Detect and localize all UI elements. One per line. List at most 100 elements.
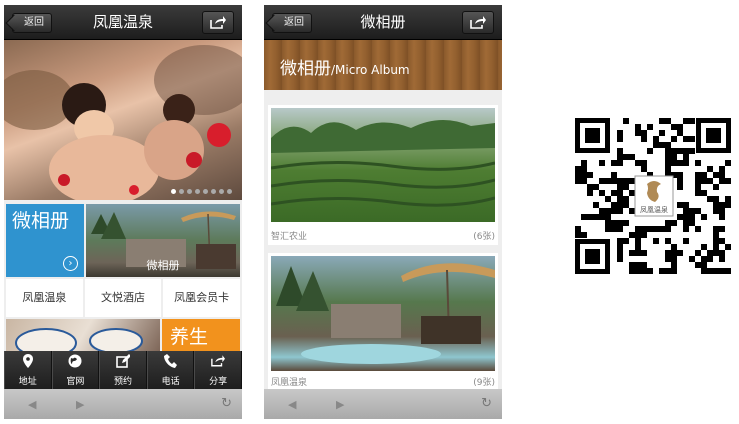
browser-toolbar: ◀ ▶ ↻ xyxy=(4,389,242,419)
qr-module xyxy=(665,238,671,244)
qr-module xyxy=(701,214,707,220)
qr-module xyxy=(605,220,611,226)
qr-module xyxy=(713,172,719,178)
album-header: 微相册/Micro Album xyxy=(264,40,502,90)
hero-banner-image[interactable] xyxy=(4,40,242,200)
qr-module xyxy=(695,262,701,268)
qr-module xyxy=(629,262,635,268)
qr-module xyxy=(725,202,731,208)
qr-module xyxy=(677,214,683,220)
browser-forward-icon[interactable]: ▶ xyxy=(336,398,344,411)
qr-module xyxy=(665,220,671,226)
carousel-dot[interactable] xyxy=(211,189,216,194)
qr-module xyxy=(587,172,593,178)
browser-forward-icon[interactable]: ▶ xyxy=(76,398,84,411)
qr-module xyxy=(617,244,623,250)
browser-back-icon[interactable]: ◀ xyxy=(288,398,296,411)
qr-module xyxy=(707,166,713,172)
qr-module xyxy=(713,226,719,232)
tab-phone[interactable]: 电话 xyxy=(146,351,195,389)
qr-module xyxy=(617,130,623,136)
qr-module xyxy=(641,166,647,172)
qr-module xyxy=(575,232,581,238)
tab-label: 预约 xyxy=(113,377,132,387)
qr-module xyxy=(653,136,659,142)
qr-module xyxy=(683,160,689,166)
qr-module xyxy=(677,184,683,190)
qr-module xyxy=(683,220,689,226)
micro-album-tile[interactable]: 微相册 › xyxy=(6,204,84,277)
qr-module xyxy=(677,250,683,256)
browser-toolbar: ◀ ▶ ↻ xyxy=(264,389,502,419)
qr-module xyxy=(605,214,611,220)
qr-module xyxy=(683,226,689,232)
qr-module xyxy=(665,160,671,166)
qr-module xyxy=(725,196,731,202)
tab-website[interactable]: 官网 xyxy=(51,351,100,389)
carousel-dot[interactable] xyxy=(171,189,176,194)
tab-booking[interactable]: 预约 xyxy=(99,351,147,389)
qr-module xyxy=(719,226,725,232)
qr-module xyxy=(665,148,671,154)
micro-album-photo-tile[interactable]: 微相册 xyxy=(86,204,240,277)
photo-count: (6张) xyxy=(473,232,495,242)
carousel-dot[interactable] xyxy=(195,189,200,194)
album-cover-image[interactable] xyxy=(271,108,495,222)
qr-module xyxy=(659,142,665,148)
carousel-indicator[interactable] xyxy=(171,189,232,194)
qr-module xyxy=(665,154,671,160)
share-button[interactable] xyxy=(462,11,494,34)
qr-module xyxy=(635,250,641,256)
qr-module xyxy=(599,190,605,196)
qr-module xyxy=(659,118,665,124)
qr-module xyxy=(689,208,695,214)
carousel-dot[interactable] xyxy=(203,189,208,194)
carousel-dot[interactable] xyxy=(227,189,232,194)
qr-module xyxy=(629,178,635,184)
album-cover-image[interactable] xyxy=(271,256,495,371)
qr-module xyxy=(677,160,683,166)
browser-back-icon[interactable]: ◀ xyxy=(28,398,36,411)
qr-module xyxy=(719,214,725,220)
carousel-dot[interactable] xyxy=(179,189,184,194)
qr-module xyxy=(581,172,587,178)
wellness-tile[interactable]: 养生 xyxy=(162,319,240,351)
share-button[interactable] xyxy=(202,11,234,34)
qr-module xyxy=(719,208,725,214)
carousel-dot[interactable] xyxy=(219,189,224,194)
carousel-dot[interactable] xyxy=(187,189,192,194)
page-title: 微相册 xyxy=(360,13,406,31)
qr-module xyxy=(659,226,665,232)
food-photo-tile[interactable] xyxy=(6,319,160,351)
share-icon xyxy=(210,16,226,29)
qr-module xyxy=(683,154,689,160)
qr-module xyxy=(593,214,599,220)
link-fenghuang-hot-spring[interactable]: 凤凰温泉 xyxy=(6,279,83,317)
link-member-card[interactable]: 凤凰会员卡 xyxy=(163,279,241,317)
qr-module xyxy=(653,226,659,232)
qr-module xyxy=(719,202,725,208)
qr-module xyxy=(677,172,683,178)
album-card[interactable]: 凤凰温泉 (9张) xyxy=(268,253,498,391)
qr-module xyxy=(671,220,677,226)
qr-module xyxy=(617,184,623,190)
qr-module xyxy=(575,226,581,232)
refresh-icon[interactable]: ↻ xyxy=(221,396,232,411)
album-title-en: /Micro Album xyxy=(331,63,410,77)
tab-label: 官网 xyxy=(66,377,85,387)
refresh-icon[interactable]: ↻ xyxy=(481,396,492,411)
qr-module xyxy=(617,208,623,214)
qr-module xyxy=(605,178,611,184)
qr-module xyxy=(581,160,587,166)
qr-module xyxy=(581,214,587,220)
tab-label: 电话 xyxy=(161,377,180,387)
tab-share[interactable]: 分享 xyxy=(194,351,242,389)
qr-module xyxy=(617,202,623,208)
qr-module xyxy=(611,178,617,184)
link-wenyue-hotel[interactable]: 文悦酒店 xyxy=(84,279,162,317)
tab-label: 地址 xyxy=(18,377,37,387)
album-card[interactable]: 智汇农业 (6张) xyxy=(268,105,498,245)
tab-address[interactable]: 地址 xyxy=(4,351,52,389)
qr-module xyxy=(713,232,719,238)
qr-module xyxy=(695,172,701,178)
